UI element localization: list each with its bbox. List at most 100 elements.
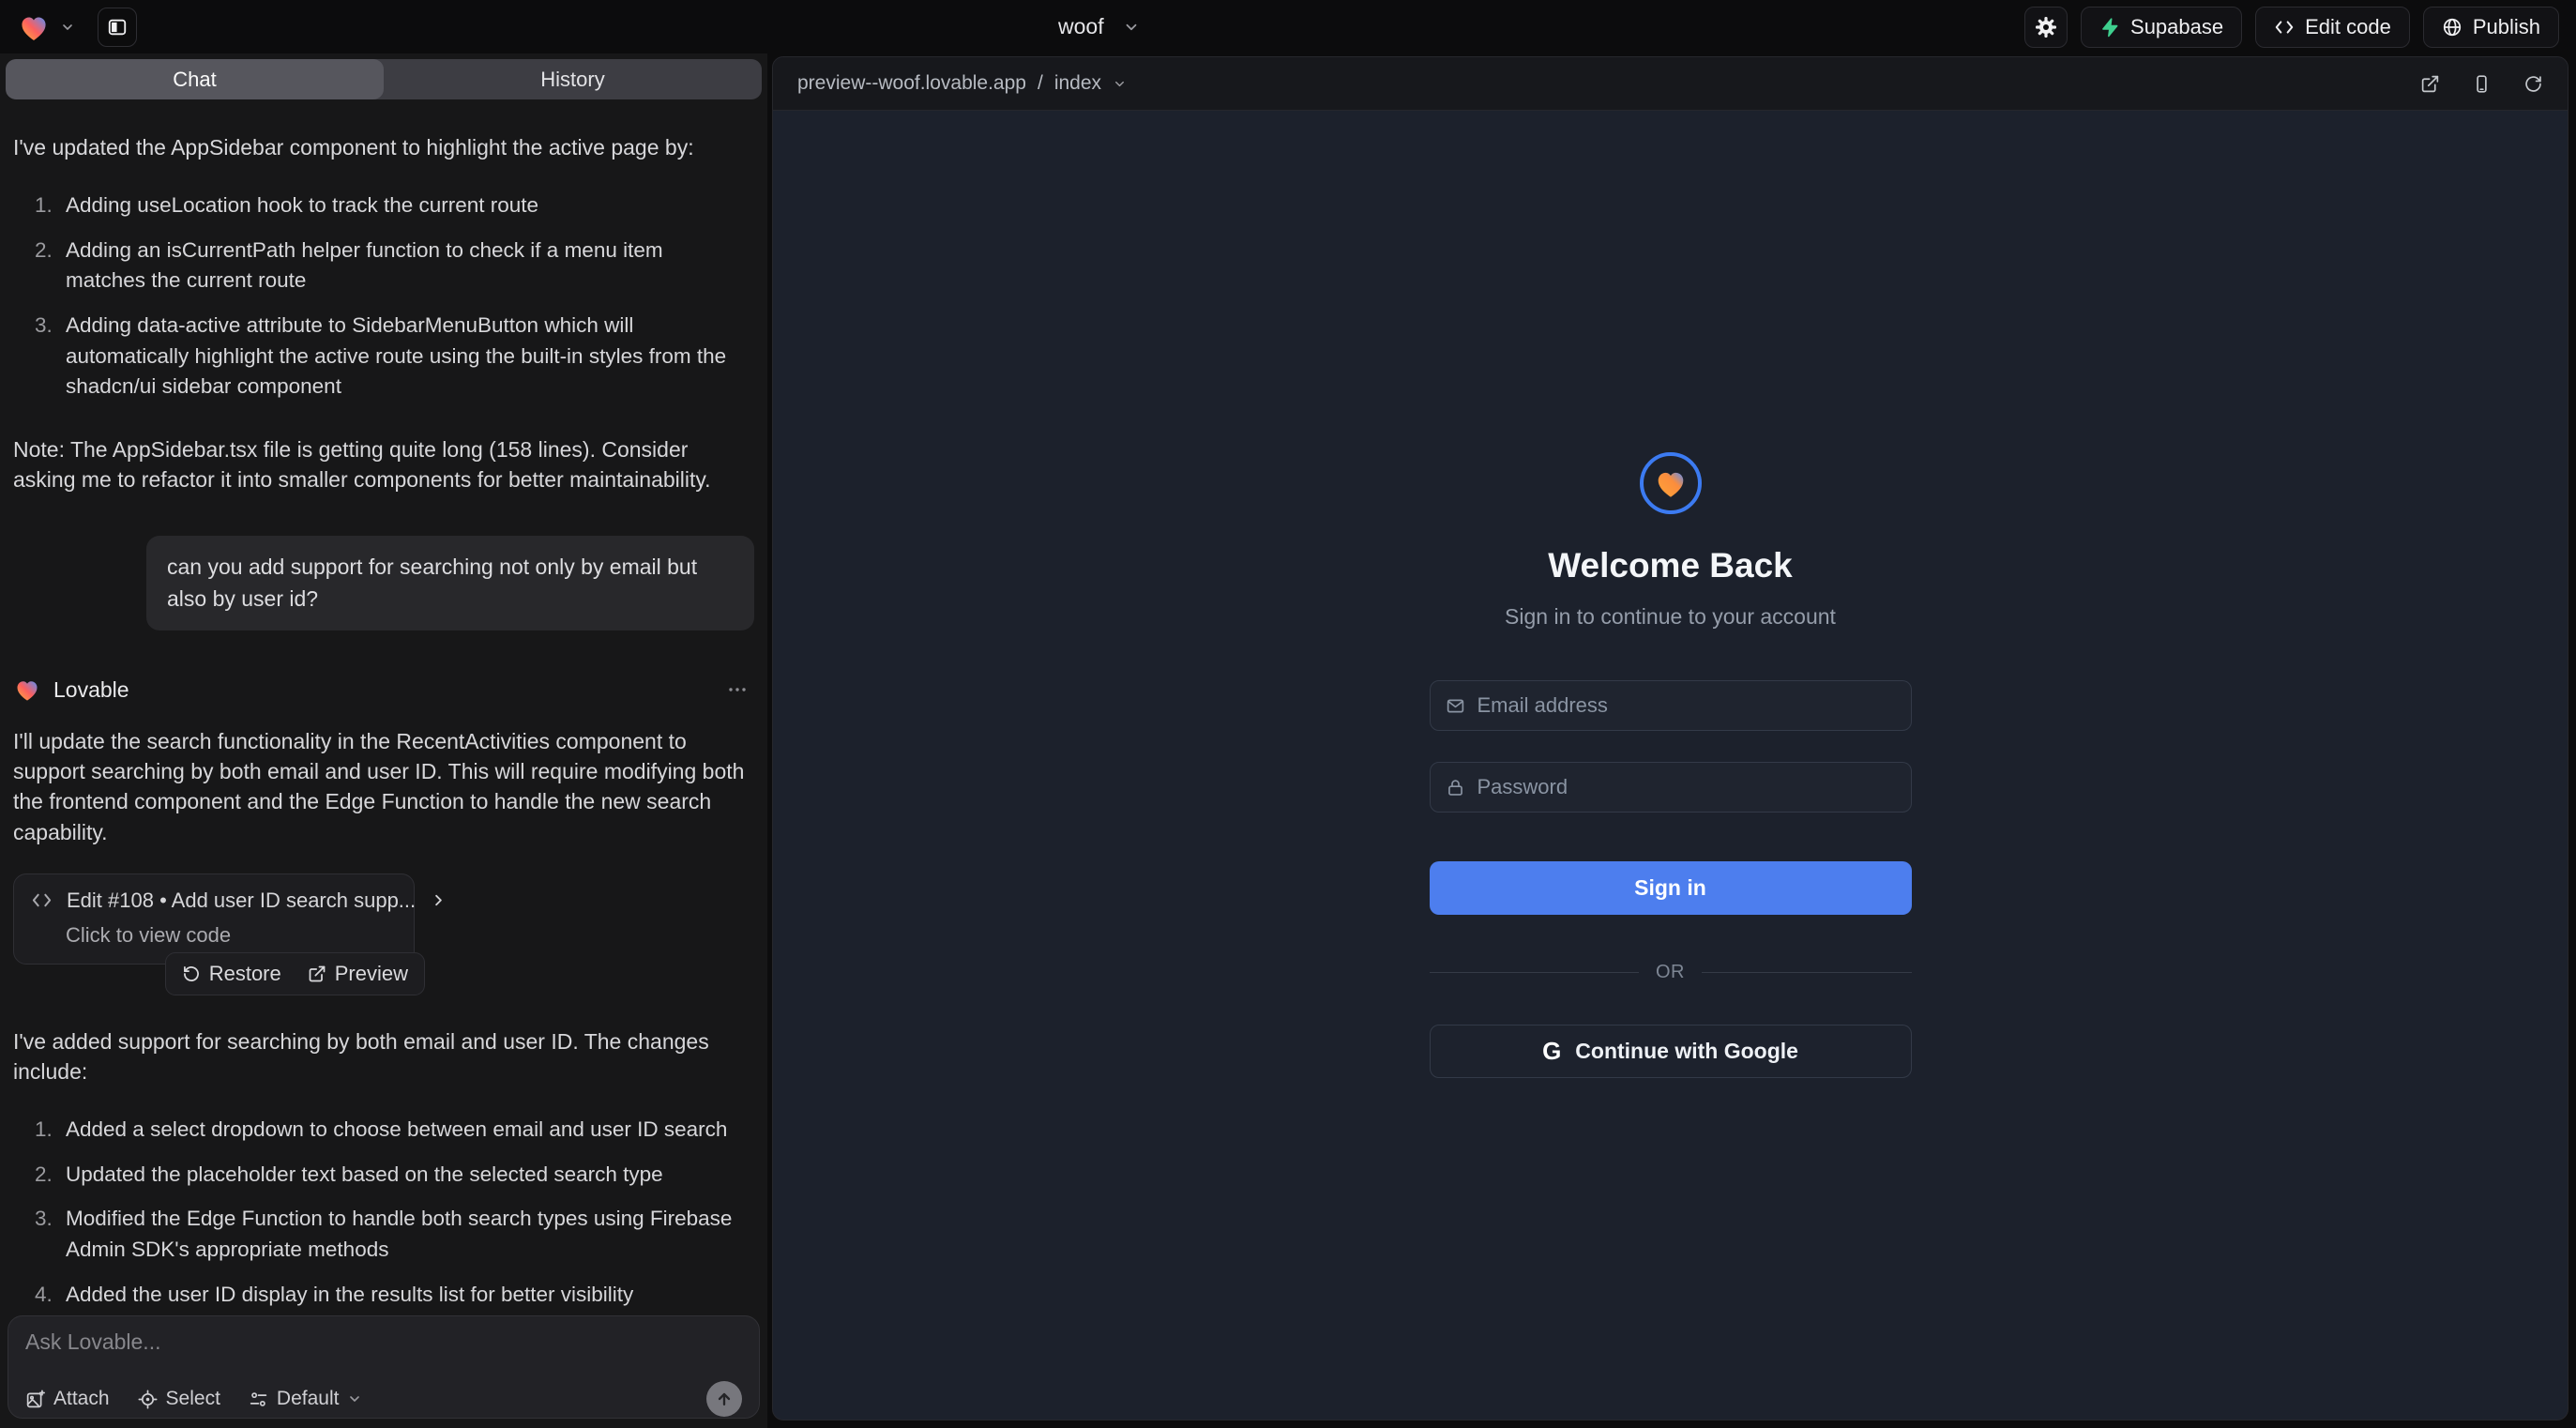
project-switcher[interactable]: woof (1058, 0, 1140, 53)
preview-route: index (1054, 72, 1101, 95)
lock-icon (1446, 778, 1465, 798)
sliders-icon (249, 1390, 268, 1409)
mode-selector-button[interactable]: Default (249, 1388, 363, 1410)
or-divider: OR (1430, 962, 1912, 983)
assistant-list: Added a select dropdown to choose betwee… (13, 1115, 754, 1310)
app-header: woof (0, 0, 2576, 53)
assistant-name: Lovable (53, 677, 129, 703)
preview-url-selector[interactable]: preview--woof.lovable.app / index (797, 72, 1127, 95)
composer-toolbar: Attach Select Default (25, 1381, 742, 1417)
preview-url: preview--woof.lovable.app (797, 72, 1026, 95)
list-item: Updated the placeholder text based on th… (58, 1160, 734, 1191)
list-item: Added the user ID display in the results… (58, 1280, 734, 1311)
select-label: Select (166, 1388, 220, 1410)
chat-composer: Attach Select Default (8, 1315, 760, 1419)
login-form: Sign in OR G Continue with Google (1430, 680, 1912, 1078)
divider-line (1702, 972, 1912, 973)
assistant-list: Adding useLocation hook to track the cur… (13, 190, 754, 403)
app-logo (1640, 452, 1702, 514)
preview-login-page: Welcome Back Sign in to continue to your… (773, 111, 2568, 1420)
email-field-wrap (1430, 680, 1912, 731)
tab-history-label: History (540, 68, 604, 92)
gear-icon (2035, 16, 2057, 38)
lovable-logo-menu[interactable] (17, 10, 75, 44)
list-item: Adding data-active attribute to SidebarM… (58, 311, 734, 403)
divider-label: OR (1656, 962, 1685, 983)
chevron-down-icon (60, 20, 75, 35)
list-item: Adding useLocation hook to track the cur… (58, 190, 734, 221)
google-button-label: Continue with Google (1575, 1039, 1798, 1064)
edit-code-label: Edit code (2305, 15, 2391, 39)
version-actions: Restore Preview (165, 952, 425, 995)
chevron-down-icon (347, 1391, 362, 1406)
email-field[interactable] (1477, 693, 1896, 718)
assistant-header: Lovable (13, 676, 754, 704)
restore-button[interactable]: Restore (182, 962, 281, 986)
mode-label: Default (277, 1388, 340, 1410)
tab-history[interactable]: History (384, 59, 762, 99)
globe-icon (2442, 17, 2462, 38)
publish-button[interactable]: Publish (2423, 7, 2559, 48)
chevron-right-icon (430, 891, 447, 909)
tab-chat-label: Chat (173, 68, 216, 92)
refresh-button[interactable] (2523, 74, 2543, 94)
assistant-paragraph: I'll update the search functionality in … (13, 726, 754, 847)
preview-label: Preview (335, 962, 408, 986)
chat-input[interactable] (25, 1329, 742, 1369)
password-field[interactable] (1477, 775, 1896, 799)
tab-chat[interactable]: Chat (6, 59, 384, 99)
preview-panel: preview--woof.lovable.app / index (772, 56, 2568, 1420)
assistant-paragraph: I've updated the AppSidebar component to… (13, 132, 754, 162)
assistant-paragraph: I've added support for searching by both… (13, 1026, 754, 1086)
mail-icon (1446, 696, 1465, 716)
publish-label: Publish (2473, 15, 2540, 39)
edit-card-subtitle: Click to view code (66, 923, 397, 948)
edit-version-card[interactable]: Edit #108 • Add user ID search supp... C… (13, 874, 415, 965)
google-g-icon: G (1542, 1037, 1561, 1066)
chat-messages[interactable]: I've updated the AppSidebar component to… (0, 110, 767, 1314)
sidebar-panel-icon (107, 17, 128, 38)
user-message-bubble: can you add support for searching not on… (146, 536, 754, 630)
code-icon (2274, 17, 2295, 38)
page-title: Welcome Back (1548, 546, 1793, 585)
password-field-wrap (1430, 762, 1912, 813)
preview-bar-actions (2420, 74, 2543, 94)
google-sign-in-button[interactable]: G Continue with Google (1430, 1025, 1912, 1078)
open-in-new-tab-button[interactable] (2420, 74, 2440, 94)
target-icon (138, 1390, 158, 1409)
lovable-heart-icon (13, 676, 41, 704)
external-link-icon (308, 965, 326, 983)
supabase-button[interactable]: Supabase (2081, 7, 2242, 48)
user-message-row: can you add support for searching not on… (13, 536, 754, 630)
more-options-icon[interactable] (726, 678, 754, 701)
supabase-label: Supabase (2130, 15, 2223, 39)
list-item: Modified the Edge Function to handle bot… (58, 1204, 734, 1265)
restore-icon (182, 965, 201, 983)
project-name: woof (1058, 14, 1104, 39)
settings-button[interactable] (2024, 7, 2068, 48)
attach-label: Attach (53, 1388, 110, 1410)
chevron-down-icon (1113, 77, 1127, 91)
attach-image-icon (25, 1390, 45, 1409)
list-item: Added a select dropdown to choose betwee… (58, 1115, 734, 1146)
select-button[interactable]: Select (138, 1388, 220, 1410)
preview-button[interactable]: Preview (308, 962, 408, 986)
mobile-phone-icon (2472, 74, 2492, 94)
mobile-view-button[interactable] (2472, 74, 2492, 94)
supabase-bolt-icon (2099, 17, 2120, 38)
edit-code-button[interactable]: Edit code (2255, 7, 2410, 48)
lovable-heart-icon (17, 10, 51, 44)
chevron-down-icon (1123, 19, 1140, 36)
sidebar-toggle-button[interactable] (98, 8, 137, 47)
external-link-icon (2420, 74, 2440, 94)
preview-url-bar: preview--woof.lovable.app / index (773, 57, 2568, 111)
attach-button[interactable]: Attach (25, 1388, 110, 1410)
send-button[interactable] (706, 1381, 742, 1417)
restore-label: Restore (209, 962, 281, 986)
chat-history-tabbar: Chat History (6, 59, 762, 99)
refresh-icon (2523, 74, 2543, 94)
heart-icon (1653, 465, 1689, 501)
code-icon (31, 889, 53, 911)
divider-line (1430, 972, 1640, 973)
sign-in-button[interactable]: Sign in (1430, 861, 1912, 915)
